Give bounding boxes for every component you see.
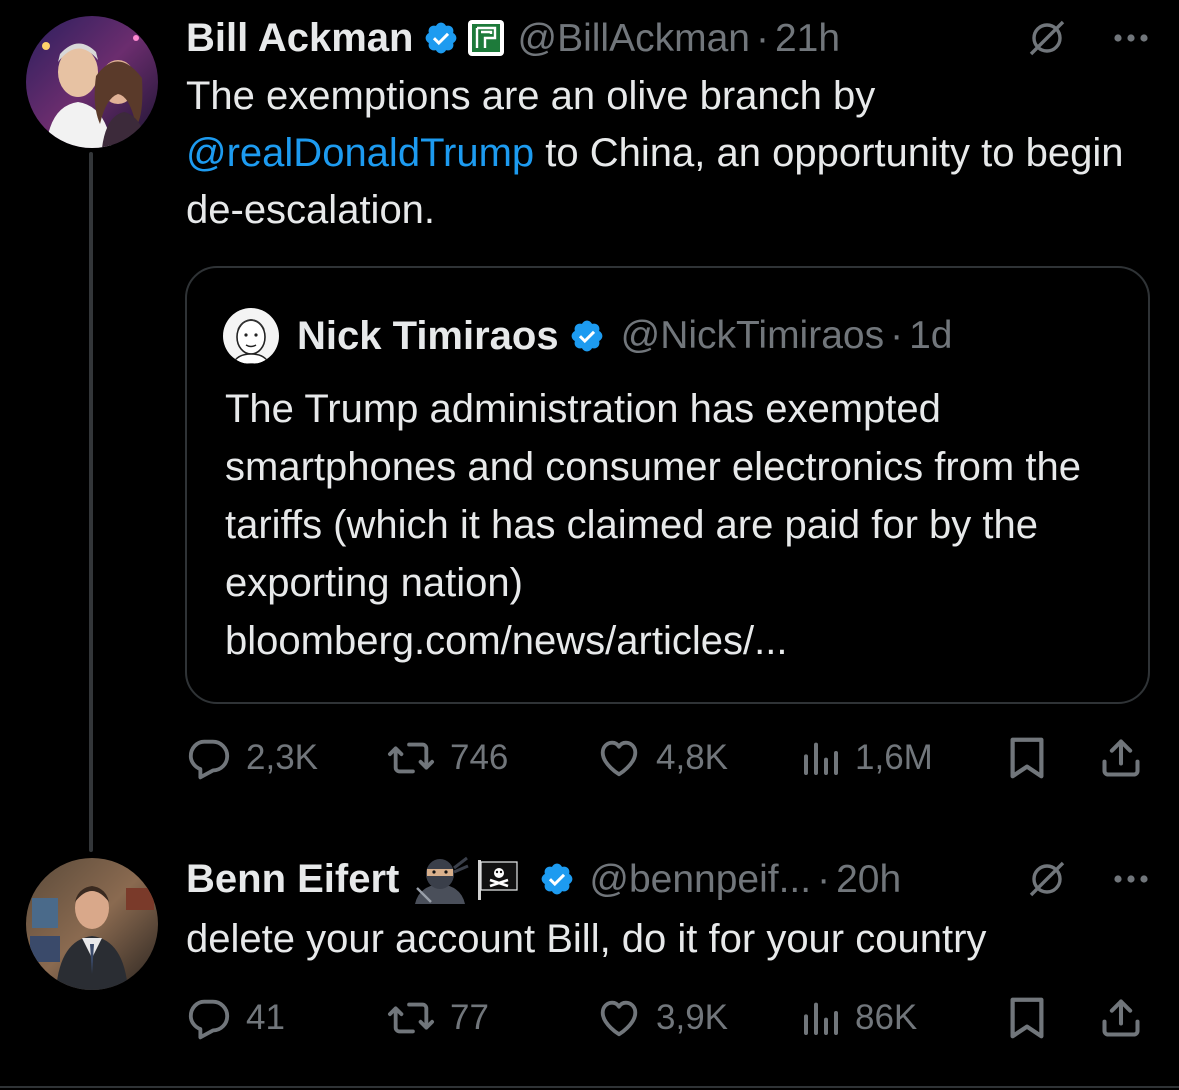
bookmark-icon [1010, 737, 1044, 779]
views-icon [804, 742, 838, 775]
pirate-flag-emoji-icon [478, 860, 518, 900]
avatar-bill-ackman[interactable] [26, 16, 158, 148]
reply-button[interactable]: 41 [186, 988, 285, 1048]
tweet-header-controls [1025, 849, 1149, 909]
reply-icon [188, 739, 230, 780]
like-button[interactable]: 4,8K [596, 728, 728, 788]
handle[interactable]: @BillAckman [517, 19, 749, 58]
tweet-text: The exemptions are an olive branch by @r… [186, 68, 1156, 239]
tweet-divider [0, 1086, 1179, 1088]
like-count: 3,9K [656, 998, 728, 1037]
tweet-actions: 41 77 3,9K 86K [186, 988, 1151, 1048]
repost-icon [387, 742, 434, 774]
views-count: 1,6M [855, 738, 933, 777]
more-options-icon[interactable] [1113, 32, 1149, 44]
avatar-image [26, 858, 158, 990]
verified-badge-icon[interactable] [423, 20, 459, 56]
grok-icon[interactable] [1025, 857, 1069, 901]
quote-avatar-image [223, 308, 279, 364]
heart-icon [600, 1000, 638, 1037]
mention-link[interactable]: @realDonaldTrump [186, 131, 534, 175]
tweet-text-start: The exemptions are an olive branch by [186, 74, 876, 118]
timestamp[interactable]: 20h [836, 860, 901, 899]
display-name[interactable]: Benn Eifert [186, 859, 399, 899]
separator-dot: · [817, 857, 831, 901]
quoted-tweet[interactable]: Nick Timiraos @NickTimiraos · 1d The Tru… [185, 266, 1150, 704]
like-button[interactable]: 3,9K [596, 988, 728, 1048]
verified-badge-icon[interactable] [569, 318, 605, 354]
grok-icon[interactable] [1025, 16, 1069, 60]
affiliate-logo-icon[interactable] [467, 19, 505, 57]
reply-icon [188, 999, 230, 1040]
share-icon [1102, 739, 1140, 777]
timestamp[interactable]: 21h [775, 19, 840, 58]
avatar-benn-eifert[interactable] [26, 858, 158, 990]
repost-button[interactable]: 77 [386, 988, 489, 1048]
quote-header: Nick Timiraos @NickTimiraos · 1d [223, 308, 952, 364]
views-count: 86K [855, 998, 918, 1037]
ninja-emoji-icon [415, 856, 469, 904]
more-options-icon[interactable] [1113, 873, 1149, 885]
share-button[interactable] [1099, 988, 1143, 1048]
repost-count: 746 [450, 738, 509, 777]
repost-icon [387, 1002, 434, 1034]
share-icon [1102, 999, 1140, 1037]
quote-body: The Trump administration has exempted sm… [225, 387, 1081, 605]
bookmark-button[interactable] [1006, 988, 1048, 1048]
quote-text: The Trump administration has exempted sm… [225, 380, 1125, 670]
tweet-header-controls [1025, 8, 1149, 68]
share-button[interactable] [1099, 728, 1143, 788]
reply-button[interactable]: 2,3K [186, 728, 318, 788]
quote-link[interactable]: bloomberg.com/news/articles/... [225, 619, 787, 663]
quote-timestamp[interactable]: 1d [909, 314, 952, 358]
bookmark-button[interactable] [1006, 728, 1048, 788]
thread-connector-line [89, 152, 93, 852]
tweet-text: delete your account Bill, do it for your… [186, 917, 987, 961]
heart-icon [600, 740, 638, 777]
reply-count: 41 [246, 998, 285, 1037]
repost-button[interactable]: 746 [386, 728, 508, 788]
repost-count: 77 [450, 998, 489, 1037]
quote-handle[interactable]: @NickTimiraos [621, 314, 884, 358]
views-button[interactable]: 86K [801, 988, 917, 1048]
display-name[interactable]: Bill Ackman [186, 18, 413, 58]
tweet-header: Benn Eifert @bennpeif... · 20h [186, 849, 901, 909]
like-count: 4,8K [656, 738, 728, 777]
tweet-header: Bill Ackman @BillAckman · 21h [186, 8, 840, 68]
separator-dot: · [755, 16, 769, 60]
tweet-actions: 2,3K 746 4,8K 1,6M [186, 728, 1151, 788]
handle[interactable]: @bennpeif... [589, 860, 811, 899]
quote-avatar[interactable] [223, 308, 279, 364]
separator-dot: · [890, 314, 904, 357]
quote-display-name[interactable]: Nick Timiraos [297, 314, 559, 359]
views-icon [804, 1002, 838, 1035]
verified-badge-icon[interactable] [539, 861, 575, 897]
avatar-image [26, 16, 158, 148]
reply-count: 2,3K [246, 738, 318, 777]
views-button[interactable]: 1,6M [801, 728, 933, 788]
bookmark-icon [1010, 997, 1044, 1039]
